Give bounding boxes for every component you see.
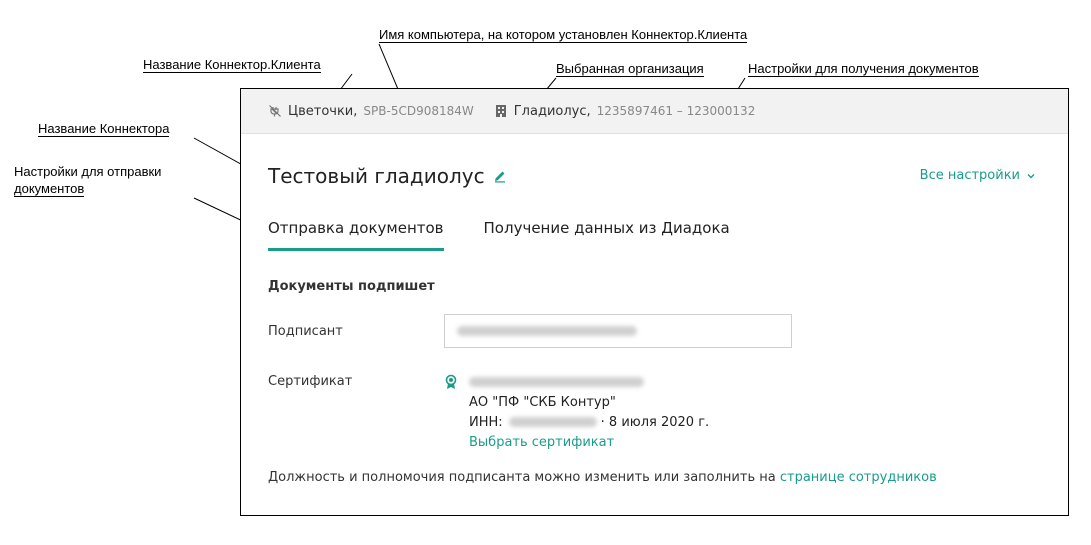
certificate-medal-icon <box>444 374 462 390</box>
all-settings-label: Все настройки <box>919 168 1020 183</box>
client-name: Цветочки, <box>288 103 358 119</box>
plug-off-icon <box>268 104 282 118</box>
tab-receive-diadoc[interactable]: Получение данных из Диадока <box>484 219 730 251</box>
certificate-label: Сертификат <box>268 374 353 389</box>
callout-client-name: Название Коннектор.Клиента <box>143 57 321 73</box>
callout-selected-org: Выбранная организация <box>556 61 704 77</box>
callout-computer-name: Имя компьютера, на котором установлен Ко… <box>379 27 748 43</box>
pencil-icon[interactable] <box>493 169 507 183</box>
signer-input[interactable] <box>444 314 792 348</box>
org-codes: 1235897461 – 123000132 <box>596 104 756 118</box>
callout-receive-settings: Настройки для получения документов <box>748 61 979 77</box>
certificate-info: АО "ПФ "СКБ Контур" ИНН: · 8 июля 2020 г… <box>444 372 709 452</box>
signer-label: Подписант <box>268 324 343 339</box>
cert-inn-redacted <box>508 417 597 427</box>
building-icon <box>494 104 508 118</box>
footer-note-text: Должность и полномочия подписанта можно … <box>268 470 780 485</box>
connector-title: Тестовый гладиолус <box>268 164 507 188</box>
section-title: Документы подпишет <box>268 279 435 294</box>
callout-send-settings: Настройки для отправки документов <box>14 164 162 197</box>
callout-connector-name: Название Коннектора <box>38 121 170 137</box>
footer-note: Должность и полномочия подписанта можно … <box>268 470 937 485</box>
chevron-down-icon <box>1026 171 1036 181</box>
connector-title-text: Тестовый гладиолус <box>268 164 485 188</box>
choose-certificate-link[interactable]: Выбрать сертификат <box>469 435 614 450</box>
org-name: Гладиолус, <box>513 103 591 119</box>
topbar: Цветочки, SPB-5CD908184W Гладиолус, 1235… <box>241 89 1068 134</box>
signer-value-redacted <box>457 326 637 336</box>
client-info: Цветочки, SPB-5CD908184W <box>268 104 474 119</box>
connector-panel: Цветочки, SPB-5CD908184W Гладиолус, 1235… <box>240 88 1069 516</box>
tab-send-documents[interactable]: Отправка документов <box>268 219 444 251</box>
computer-name: SPB-5CD908184W <box>363 104 474 118</box>
cert-date: · 8 июля 2020 г. <box>600 414 710 430</box>
org-info[interactable]: Гладиолус, 1235897461 – 123000132 <box>494 103 756 119</box>
cert-org: АО "ПФ "СКБ Контур" <box>469 394 616 410</box>
all-settings-button[interactable]: Все настройки <box>920 168 1036 183</box>
tabs: Отправка документов Получение данных из … <box>268 219 730 251</box>
employees-page-link[interactable]: странице сотрудников <box>780 470 937 485</box>
cert-owner-redacted <box>469 377 644 387</box>
cert-inn-prefix: ИНН: <box>469 414 503 430</box>
